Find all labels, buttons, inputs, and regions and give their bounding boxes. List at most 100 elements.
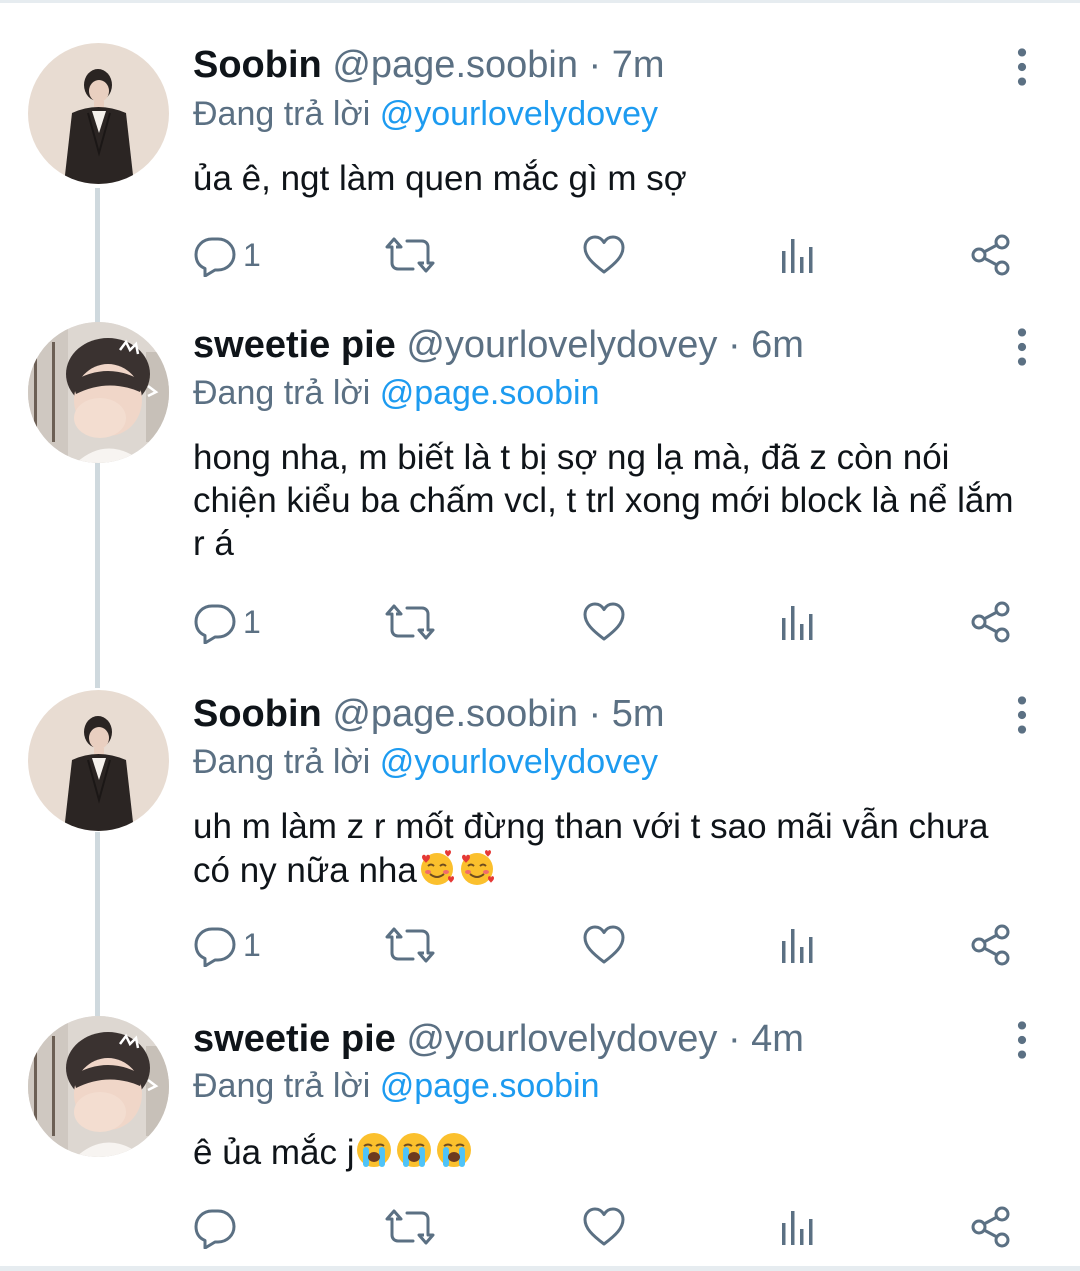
replying-to: Đang trả lời @page.soobin (193, 1066, 600, 1106)
mention-link[interactable]: @yourlovelydovey (380, 95, 658, 133)
tweet[interactable]: Soobin @page.soobin · 5m Đang trả lời @y… (0, 675, 1080, 1000)
tweet-text: ê ủa mắc j (193, 1130, 1033, 1174)
retweet-button[interactable] (385, 920, 435, 970)
separator: · (588, 693, 602, 735)
tweet-text: uh m làm z r mốt đừng than với t sao mãi… (193, 805, 1033, 892)
separator: · (588, 44, 602, 86)
heart-icon (582, 600, 626, 644)
reply-button[interactable]: 1 (193, 230, 261, 280)
retweet-icon (385, 923, 435, 967)
user-handle[interactable]: @page.soobin (332, 44, 578, 86)
tweet-actions: 1 (193, 230, 1033, 280)
reply-button[interactable]: 1 (193, 920, 261, 970)
replying-to: Đang trả lời @yourlovelydovey (193, 742, 658, 782)
reply-icon (193, 1205, 237, 1249)
tweet-header: sweetie pie @yourlovelydovey · 6m (193, 323, 804, 367)
retweet-button[interactable] (385, 1202, 435, 1252)
more-vertical-icon[interactable] (1010, 1020, 1034, 1060)
reply-button[interactable] (193, 1202, 243, 1252)
user-handle[interactable]: @yourlovelydovey (406, 1018, 717, 1060)
mention-link[interactable]: @page.soobin (380, 1067, 600, 1105)
share-button[interactable] (969, 1202, 1013, 1252)
tweet-actions: 1 (193, 597, 1033, 647)
retweet-icon (385, 600, 435, 644)
analytics-icon (778, 1205, 818, 1249)
tweet-actions (193, 1202, 1033, 1252)
tweet[interactable]: Soobin @page.soobin · 7m Đang trả lời @y… (0, 0, 1080, 305)
share-button[interactable] (969, 597, 1013, 647)
share-icon (969, 923, 1013, 967)
mention-link[interactable]: @yourlovelydovey (380, 743, 658, 781)
heart-icon (582, 923, 626, 967)
share-button[interactable] (969, 230, 1013, 280)
replying-to-label: Đang trả lời (193, 1067, 371, 1105)
loudly-crying-face-emoji (394, 1130, 434, 1170)
timestamp[interactable]: 5m (612, 693, 665, 735)
like-button[interactable] (582, 1202, 626, 1252)
tweet-header: sweetie pie @yourlovelydovey · 4m (193, 1017, 804, 1061)
timestamp[interactable]: 7m (612, 44, 665, 86)
tweet-text-content: uh m làm z r mốt đừng than với t sao mãi… (193, 807, 989, 890)
timestamp[interactable]: 6m (751, 324, 804, 366)
display-name[interactable]: sweetie pie (193, 324, 396, 366)
replying-to-label: Đang trả lời (193, 374, 371, 412)
more-vertical-icon[interactable] (1010, 47, 1034, 87)
replying-to: Đang trả lời @page.soobin (193, 373, 600, 413)
analytics-button[interactable] (778, 1202, 818, 1252)
analytics-button[interactable] (778, 920, 818, 970)
like-button[interactable] (582, 920, 626, 970)
smiling-face-with-hearts-emoji (417, 848, 457, 888)
tweet-header: Soobin @page.soobin · 7m (193, 43, 665, 87)
loudly-crying-face-emoji (354, 1130, 394, 1170)
separator: · (727, 324, 741, 366)
analytics-button[interactable] (778, 597, 818, 647)
avatar[interactable] (28, 322, 169, 463)
share-icon (969, 600, 1013, 644)
display-name[interactable]: sweetie pie (193, 1018, 396, 1060)
retweet-icon (385, 233, 435, 277)
separator: · (727, 1018, 741, 1060)
analytics-button[interactable] (778, 230, 818, 280)
reply-count: 1 (243, 236, 261, 273)
avatar[interactable] (28, 1016, 169, 1157)
retweet-icon (385, 1205, 435, 1249)
user-handle[interactable]: @page.soobin (332, 693, 578, 735)
like-button[interactable] (582, 597, 626, 647)
heart-icon (582, 233, 626, 277)
tweet[interactable]: sweetie pie @yourlovelydovey · 6m Đang t… (0, 305, 1080, 675)
tweet-text-content: ê ủa mắc j (193, 1133, 355, 1172)
more-vertical-icon[interactable] (1010, 327, 1034, 367)
display-name[interactable]: Soobin (193, 44, 322, 86)
avatar[interactable] (28, 690, 169, 831)
reply-icon (193, 233, 237, 277)
reply-button[interactable]: 1 (193, 597, 261, 647)
heart-icon (582, 1205, 626, 1249)
mention-link[interactable]: @page.soobin (380, 374, 600, 412)
tweet-header: Soobin @page.soobin · 5m (193, 692, 665, 736)
analytics-icon (778, 233, 818, 277)
share-icon (969, 1205, 1013, 1249)
reply-count: 1 (243, 603, 261, 640)
bottom-divider (0, 1266, 1080, 1271)
replying-to: Đang trả lời @yourlovelydovey (193, 94, 658, 134)
reply-icon (193, 923, 237, 967)
tweet-text: ủa ê, ngt làm quen mắc gì m sợ (193, 159, 687, 198)
like-button[interactable] (582, 230, 626, 280)
retweet-button[interactable] (385, 597, 435, 647)
reply-icon (193, 600, 237, 644)
display-name[interactable]: Soobin (193, 693, 322, 735)
more-vertical-icon[interactable] (1010, 695, 1034, 735)
replying-to-label: Đang trả lời (193, 743, 371, 781)
share-button[interactable] (969, 920, 1013, 970)
loudly-crying-face-emoji (434, 1130, 474, 1170)
tweet[interactable]: sweetie pie @yourlovelydovey · 4m Đang t… (0, 1000, 1080, 1266)
avatar[interactable] (28, 43, 169, 184)
tweet-text: hong nha, m biết là t bị sợ ng lạ mà, đã… (193, 438, 1014, 563)
user-handle[interactable]: @yourlovelydovey (406, 324, 717, 366)
tweet-actions: 1 (193, 920, 1033, 970)
timestamp[interactable]: 4m (751, 1018, 804, 1060)
retweet-button[interactable] (385, 230, 435, 280)
replying-to-label: Đang trả lời (193, 95, 371, 133)
share-icon (969, 233, 1013, 277)
smiling-face-with-hearts-emoji (457, 848, 497, 888)
